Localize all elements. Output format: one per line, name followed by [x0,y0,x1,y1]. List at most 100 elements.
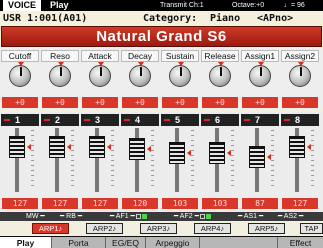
arp-button-row: ARP1♪ ARP2♪ ARP3♪ ARP4♪ ARP5♪ TAP [0,222,323,235]
tab-effect[interactable]: Effect [278,237,323,248]
knob-dial[interactable] [129,65,151,87]
slider-header: 2 [41,114,79,126]
rb-label: RB [66,213,76,220]
arp3-button[interactable]: ARP3♪ [140,223,177,234]
slider-number: 7 [255,115,261,125]
knob-dial[interactable] [49,65,71,87]
knob-label: Sustain [161,50,199,62]
slider-scale [31,130,34,190]
slider-value: 127 [82,198,118,209]
sub-category[interactable]: <APno> [257,12,293,25]
slider-value: 103 [202,198,238,209]
category-value[interactable]: Piano [210,12,240,25]
slider-handle[interactable] [49,136,65,158]
slider-value: 127 [282,198,318,209]
knob-label: Release [201,50,239,62]
slider-number: 4 [135,115,141,125]
rb-indicator: ━ RB ━ [60,213,83,220]
tap-button[interactable]: TAP [300,223,323,234]
slider-handle[interactable] [209,142,225,164]
knob-label: Reso [41,50,79,62]
knob-reso[interactable]: Reso +0 [41,49,79,109]
slider-handle[interactable] [89,136,105,158]
knob-label: Cutoff [1,50,39,62]
slider-number: 5 [175,115,181,125]
slider-number: 8 [295,115,301,125]
af1-indicator: ━ AF1 ━ [110,212,147,221]
slider-scale [151,130,154,190]
af2-label: AF2 [179,213,193,220]
slider-number: 2 [55,115,61,125]
voice-info-line: USR 1:001(A01) Category: Piano <APno> [0,12,323,25]
knob-attack[interactable]: Attack +0 [81,49,119,109]
tab-play[interactable]: Play [0,237,52,248]
status-bar: VOICE Play Transmit Ch:1 Octave:+0 ♩= 96 [0,0,323,11]
slider-header: 3 [81,114,119,126]
af2-led-on [205,213,211,219]
octave-readout: Octave:+0 [232,2,265,9]
slider-header: 8 [281,114,319,126]
knob-dial[interactable] [89,65,111,87]
slider-handle[interactable] [129,138,145,160]
knob-dial[interactable] [209,65,231,87]
arp4-button[interactable]: ARP4♪ [194,223,231,234]
arp1-button[interactable]: ARP1♪ [32,223,69,234]
af1-label: AF1 [115,213,129,220]
voice-number[interactable]: USR 1:001(A01) [3,12,87,25]
knob-decay[interactable]: Decay +0 [121,49,159,109]
tempo-readout: ♩= 96 [284,2,305,9]
knob-assign1[interactable]: Assign1 +0 [241,49,279,109]
slider-2[interactable]: 2 127 [41,114,79,210]
slider-header: 4 [121,114,159,126]
controller-switch-strip: MW ━ ━ RB ━ ━ AF1 ━ ━ AF2 ━ ━ AS1 ━ ━ AS… [0,212,323,221]
voice-play-screen: VOICE Play Transmit Ch:1 Octave:+0 ♩= 96… [0,0,323,248]
slider-handle[interactable] [289,136,305,158]
arp2-button[interactable]: ARP2♪ [86,223,123,234]
slider-handle[interactable] [9,136,25,158]
knob-cutoff[interactable]: Cutoff +0 [1,49,39,109]
slider-6[interactable]: 6 103 [201,114,239,210]
knob-sustain[interactable]: Sustain +0 [161,49,199,109]
knob-dial[interactable] [289,65,311,87]
slider-5[interactable]: 5 103 [161,114,199,210]
slider-header: 1 [1,114,39,126]
transmit-channel: Transmit Ch:1 [160,2,204,9]
knob-value: +0 [242,97,278,108]
knob-dial[interactable] [249,65,271,87]
tab-porta[interactable]: Porta [52,237,106,248]
slider-header: 5 [161,114,199,126]
knob-label: Decay [121,50,159,62]
slider-scale [71,130,74,190]
knob-value: +0 [202,97,238,108]
knob-dial[interactable] [169,65,191,87]
knob-release[interactable]: Release +0 [201,49,239,109]
slider-value: 87 [242,198,278,209]
slider-8[interactable]: 8 127 [281,114,319,210]
knob-value: +0 [2,97,38,108]
slider-3[interactable]: 3 127 [81,114,119,210]
knob-value: +0 [162,97,198,108]
tab-arpeggio[interactable]: Arpeggio [146,237,200,248]
af2-indicator: ━ AF2 ━ [174,212,211,221]
knob-label: Assign1 [241,50,279,62]
knob-assign2[interactable]: Assign2 +0 [281,49,319,109]
knob-value: +0 [282,97,318,108]
slider-4[interactable]: 4 120 [121,114,159,210]
category-label: Category: [143,13,198,24]
knob-dial[interactable] [9,65,31,87]
slider-7[interactable]: 7 87 [241,114,279,210]
knob-value: +0 [82,97,118,108]
slider-handle[interactable] [169,142,185,164]
knob-value: +0 [122,97,158,108]
slider-value: 127 [42,198,78,209]
slider-1[interactable]: 1 127 [1,114,39,210]
slider-value: 103 [162,198,198,209]
tab-eg-eq[interactable]: EG/EQ [106,237,146,248]
tab-blank[interactable] [200,237,278,248]
arp5-button[interactable]: ARP5♪ [248,223,285,234]
voice-name-banner[interactable]: Natural Grand S6 [1,26,322,47]
slider-handle[interactable] [249,146,265,168]
knob-label: Assign2 [281,50,319,62]
slider-number: 6 [215,115,221,125]
slider-scale [231,130,234,190]
